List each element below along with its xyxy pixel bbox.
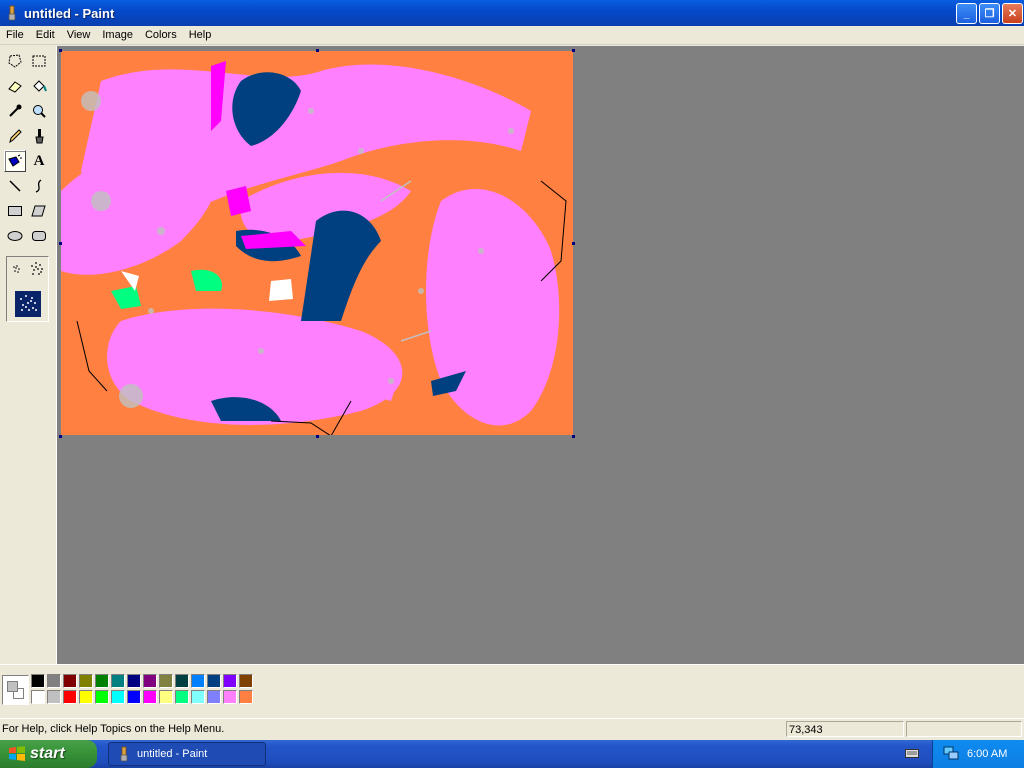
taskbar-item-label: untitled - Paint	[137, 748, 208, 760]
canvas-resize-handle[interactable]	[316, 435, 319, 438]
minimize-icon: _	[963, 7, 970, 20]
menu-bar: File Edit View Image Colors Help	[0, 26, 1024, 45]
color-box	[0, 664, 1024, 714]
airbrush-small-option[interactable]	[11, 263, 23, 278]
brush-tool[interactable]	[28, 125, 50, 147]
windows-logo-icon	[9, 746, 25, 761]
palette-swatch[interactable]	[47, 690, 61, 704]
text-tool[interactable]: A	[28, 150, 50, 172]
keyboard-icon[interactable]	[905, 747, 919, 762]
palette-swatch[interactable]	[143, 690, 157, 704]
palette-swatch[interactable]	[175, 690, 189, 704]
palette-swatch[interactable]	[191, 674, 205, 688]
palette-swatch[interactable]	[47, 674, 61, 688]
palette-swatch[interactable]	[207, 690, 221, 704]
start-label: start	[30, 745, 65, 762]
palette-swatch[interactable]	[63, 690, 77, 704]
canvas-resize-handle[interactable]	[59, 49, 62, 52]
menu-edit[interactable]: Edit	[30, 29, 61, 41]
paint-app-icon	[120, 746, 128, 762]
pencil-tool[interactable]	[4, 125, 26, 147]
toolbox: A	[0, 46, 57, 664]
palette-swatch[interactable]	[111, 674, 125, 688]
current-colors[interactable]	[2, 675, 29, 705]
restore-icon: ❐	[984, 8, 995, 20]
status-bar: For Help, click Help Topics on the Help …	[0, 718, 1024, 738]
close-button[interactable]: ✕	[1002, 3, 1023, 24]
palette-swatch[interactable]	[223, 690, 237, 704]
fill-tool[interactable]	[28, 75, 50, 97]
select-tool[interactable]	[28, 50, 50, 72]
palette-swatch[interactable]	[63, 674, 77, 688]
palette-swatch[interactable]	[95, 674, 109, 688]
taskbar-item-paint[interactable]: untitled - Paint	[108, 742, 266, 766]
close-icon: ✕	[1007, 8, 1018, 20]
status-selection-size	[906, 721, 1022, 737]
palette-swatch[interactable]	[31, 674, 45, 688]
start-button[interactable]: start	[0, 740, 97, 768]
menu-colors[interactable]: Colors	[139, 29, 183, 41]
palette-swatch[interactable]	[159, 690, 173, 704]
drawing-canvas[interactable]	[61, 51, 573, 435]
palette-swatch[interactable]	[143, 674, 157, 688]
palette-swatch[interactable]	[175, 674, 189, 688]
palette-swatch[interactable]	[127, 674, 141, 688]
palette-swatch[interactable]	[159, 674, 173, 688]
palette-swatch[interactable]	[191, 690, 205, 704]
title-bar[interactable]: untitled - Paint _ ❐ ✕	[0, 0, 1024, 26]
palette-swatch[interactable]	[111, 690, 125, 704]
airbrush-tool[interactable]	[4, 150, 26, 172]
line-tool[interactable]	[4, 175, 26, 197]
palette-swatch[interactable]	[79, 674, 93, 688]
canvas-resize-handle[interactable]	[59, 435, 62, 438]
eraser-tool[interactable]	[4, 75, 26, 97]
free-form-select-tool[interactable]	[4, 50, 26, 72]
palette-swatch[interactable]	[223, 674, 237, 688]
polygon-tool[interactable]	[28, 200, 50, 222]
canvas-workspace	[57, 46, 1024, 664]
minimize-button[interactable]: _	[956, 3, 977, 24]
status-help-text: For Help, click Help Topics on the Help …	[2, 723, 225, 735]
window-title: untitled - Paint	[24, 5, 115, 21]
paint-window: untitled - Paint _ ❐ ✕ File Edit View Im…	[0, 0, 1024, 740]
palette-swatch[interactable]	[31, 690, 45, 704]
status-coordinates: 73,343	[786, 721, 904, 737]
clock[interactable]: 6:00 AM	[967, 748, 1007, 760]
menu-image[interactable]: Image	[96, 29, 139, 41]
rectangle-tool[interactable]	[4, 200, 26, 222]
curve-tool[interactable]	[28, 175, 50, 197]
menu-view[interactable]: View	[61, 29, 97, 41]
airbrush-size-options	[6, 256, 49, 322]
airbrush-large-option[interactable]	[15, 291, 41, 317]
palette-swatch[interactable]	[239, 674, 253, 688]
canvas-drawing	[61, 61, 567, 435]
ellipse-tool[interactable]	[4, 225, 26, 247]
palette-swatch[interactable]	[239, 690, 253, 704]
palette-swatch[interactable]	[79, 690, 93, 704]
maximize-button[interactable]: ❐	[979, 3, 1000, 24]
magnifier-tool[interactable]	[28, 100, 50, 122]
system-tray: 6:00 AM	[932, 740, 1024, 768]
canvas-resize-handle[interactable]	[572, 242, 575, 245]
menu-file[interactable]: File	[0, 29, 30, 41]
network-icon[interactable]	[943, 746, 959, 763]
canvas-resize-handle[interactable]	[316, 49, 319, 52]
palette-swatch[interactable]	[95, 690, 109, 704]
foreground-color-swatch	[7, 681, 18, 692]
taskbar: start untitled - Paint 6:00 AM	[0, 740, 1024, 768]
canvas-resize-handle[interactable]	[572, 435, 575, 438]
menu-help[interactable]: Help	[183, 29, 218, 41]
palette-swatch[interactable]	[127, 690, 141, 704]
pick-color-tool[interactable]	[4, 100, 26, 122]
airbrush-medium-option[interactable]	[29, 261, 45, 280]
canvas-resize-handle[interactable]	[59, 242, 62, 245]
text-tool-icon: A	[33, 152, 45, 169]
canvas-resize-handle[interactable]	[572, 49, 575, 52]
palette-swatch[interactable]	[207, 674, 221, 688]
paint-app-icon[interactable]	[4, 5, 20, 21]
rounded-rectangle-tool[interactable]	[28, 225, 50, 247]
